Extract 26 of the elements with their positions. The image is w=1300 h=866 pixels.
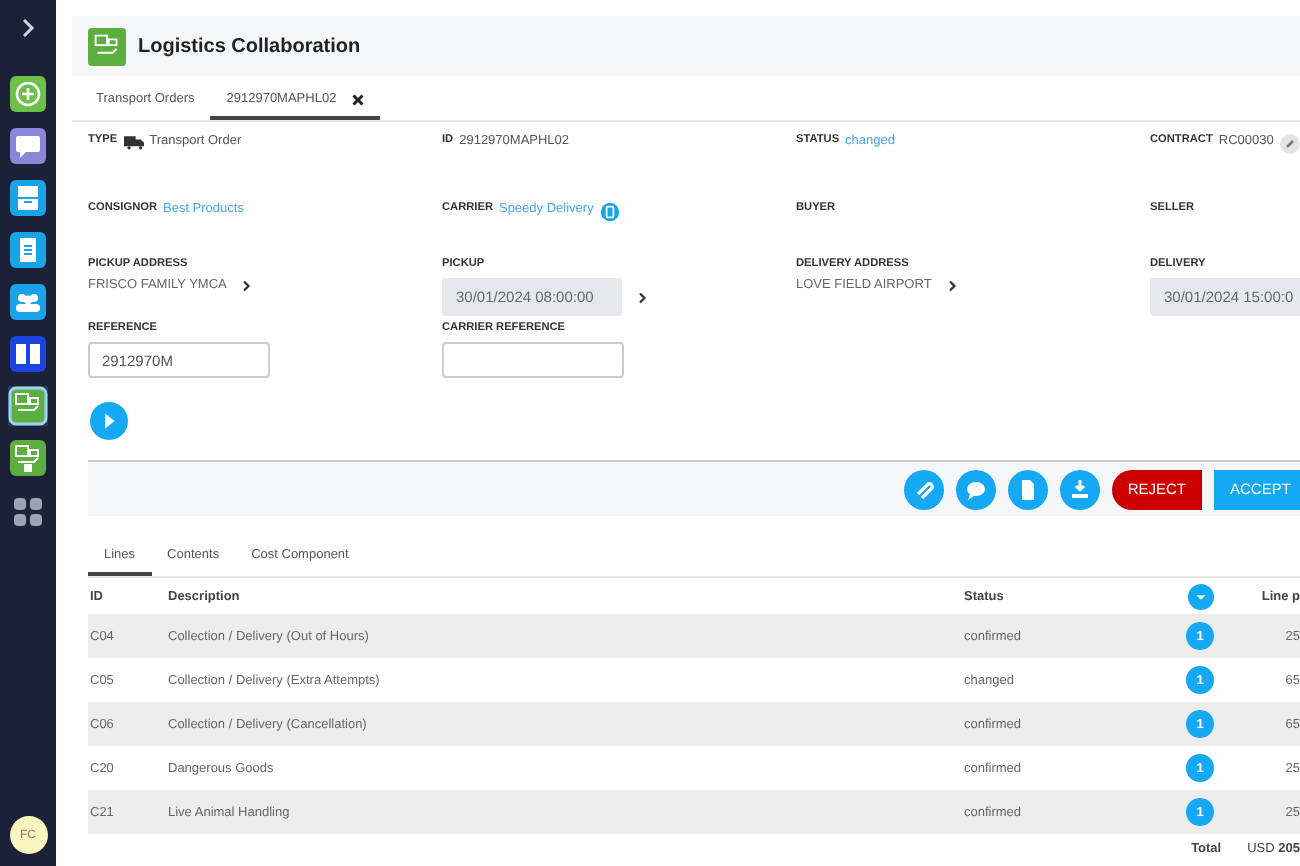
close-icon[interactable] (352, 93, 365, 105)
clipboard-icon[interactable] (8, 230, 48, 270)
chevron-icon[interactable] (947, 279, 958, 291)
book-icon[interactable] (8, 334, 48, 374)
download-button[interactable] (1059, 469, 1100, 509)
expand-icon[interactable] (18, 18, 38, 38)
inbox-icon[interactable] (8, 178, 48, 218)
comment-button[interactable] (955, 469, 996, 509)
chevron-icon[interactable] (242, 279, 253, 291)
dropdown-icon[interactable] (1187, 583, 1213, 609)
document-button[interactable] (1007, 469, 1048, 509)
attach-button[interactable] (903, 469, 944, 509)
page-title: Logistics Collaboration (138, 35, 361, 57)
chevron-icon[interactable] (638, 291, 648, 303)
add-icon[interactable] (8, 74, 48, 114)
phone-icon[interactable] (599, 202, 620, 222)
logistics-icon[interactable] (8, 386, 48, 426)
logistics-doc-icon[interactable] (8, 438, 48, 478)
apps-icon[interactable] (14, 498, 42, 526)
link-icon[interactable] (1279, 134, 1300, 154)
people-icon[interactable] (8, 282, 48, 322)
truck-icon (123, 134, 144, 150)
chat-icon[interactable] (8, 126, 48, 166)
play-button[interactable] (90, 402, 128, 440)
input-field[interactable] (442, 342, 624, 378)
logistics-icon (88, 27, 126, 65)
